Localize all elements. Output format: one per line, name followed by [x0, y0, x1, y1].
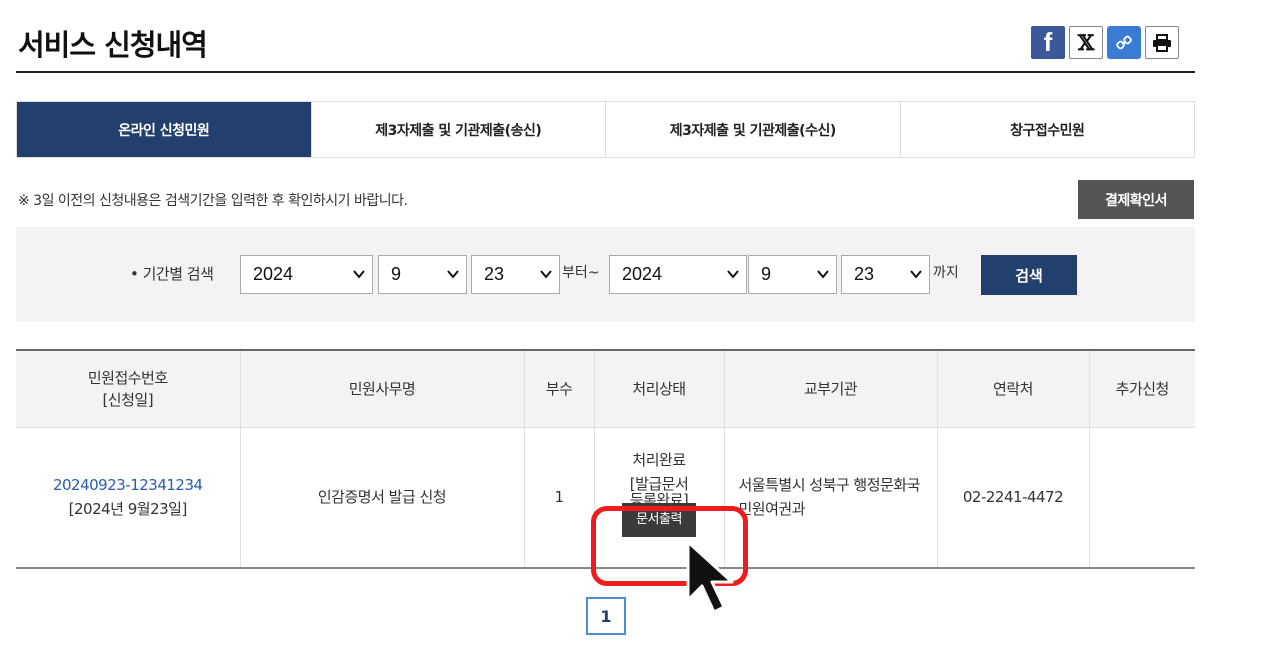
from-day-select[interactable]: 23: [471, 255, 560, 294]
to-month-value: 9: [761, 264, 772, 284]
from-year-select[interactable]: 2024: [240, 255, 373, 294]
title-divider: [16, 71, 1195, 73]
from-year-value: 2024: [253, 264, 294, 284]
header-agency: 교부기관: [724, 350, 938, 428]
tab-online-application[interactable]: 온라인 신청민원: [17, 102, 311, 157]
print-icon[interactable]: [1145, 26, 1179, 59]
to-year-value: 2024: [622, 264, 663, 284]
cell-receipt: 20240923-12341234 [2024년 9월23일]: [16, 427, 241, 568]
cell-contact: 02-2241-4472: [937, 427, 1090, 568]
from-suffix: 부터~: [562, 265, 600, 281]
chevron-down-icon: [817, 270, 829, 279]
agency-line1: 서울특별시 성북구 행정문화국: [738, 476, 921, 495]
to-day-select[interactable]: 23: [841, 255, 930, 294]
page-1-button[interactable]: 1: [586, 597, 626, 635]
chevron-down-icon: [727, 270, 739, 279]
header-status: 처리상태: [594, 350, 725, 428]
header-extra: 추가신청: [1089, 350, 1195, 428]
table-header-row: 민원접수번호 [신청일] 민원사무명 부수 처리상태 교부기관 연락처 추가신청: [16, 350, 1195, 428]
to-month-select[interactable]: 9: [748, 255, 837, 294]
cell-extra: [1089, 427, 1195, 568]
header-contact: 연락처: [937, 350, 1090, 428]
service-tabs: 온라인 신청민원 제3자제출 및 기관제출(송신) 제3자제출 및 기관제출(수…: [16, 101, 1195, 158]
payment-confirmation-button[interactable]: 결제확인서: [1078, 180, 1194, 219]
to-day-value: 23: [854, 264, 875, 284]
header-date-label: [신청일]: [102, 390, 154, 409]
to-year-select[interactable]: 2024: [609, 255, 747, 294]
header-copies: 부수: [524, 350, 595, 428]
from-month-select[interactable]: 9: [378, 255, 467, 294]
to-suffix: 까지: [933, 265, 959, 281]
header-receipt-no: 민원접수번호 [신청일]: [16, 350, 241, 428]
status-line1: 처리완료: [632, 450, 686, 469]
cell-service: 인감증명서 발급 신청: [240, 427, 525, 568]
search-label: • 기간별 검색: [130, 265, 214, 283]
chevron-down-icon: [910, 270, 922, 279]
mouse-cursor-icon: [686, 540, 734, 614]
application-date: [2024년 9월23일]: [68, 500, 188, 519]
link-icon[interactable]: [1107, 26, 1141, 59]
tab-third-party-sent[interactable]: 제3자제출 및 기관제출(송신): [310, 102, 605, 157]
tab-third-party-received[interactable]: 제3자제출 및 기관제출(수신): [605, 102, 900, 157]
chevron-down-icon: [447, 270, 459, 279]
header-service: 민원사무명: [240, 350, 525, 428]
chevron-down-icon: [540, 270, 552, 279]
receipt-number-link[interactable]: 20240923-12341234: [53, 476, 203, 494]
cell-agency: 서울특별시 성북구 행정문화국 민원여권과: [724, 427, 938, 568]
agency-line2: 민원여권과: [738, 500, 806, 519]
share-toolbar: f 𝕏: [1031, 26, 1179, 59]
facebook-icon[interactable]: f: [1031, 26, 1065, 59]
chevron-down-icon: [353, 270, 365, 279]
x-icon[interactable]: 𝕏: [1069, 26, 1103, 59]
notice-text: ※ 3일 이전의 신청내용은 검색기간을 입력한 후 확인하시기 바랍니다.: [18, 193, 408, 209]
from-month-value: 9: [391, 264, 402, 284]
page-title: 서비스 신청내역: [18, 28, 208, 62]
tab-counter-application[interactable]: 창구접수민원: [899, 102, 1194, 157]
search-button[interactable]: 검색: [981, 255, 1077, 295]
cell-copies: 1: [524, 427, 595, 568]
from-day-value: 23: [484, 264, 505, 284]
header-receipt-no-label: 민원접수번호: [87, 368, 168, 387]
